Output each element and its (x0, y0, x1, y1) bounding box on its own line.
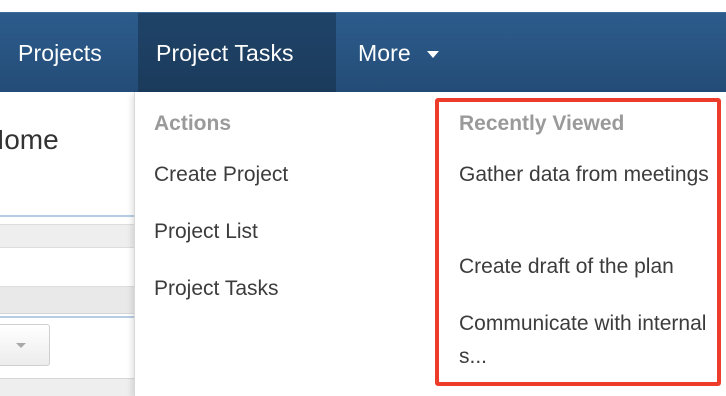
background-panel-bar (0, 378, 134, 396)
nav-more-menu[interactable]: More (336, 13, 466, 93)
recent-item-communicate[interactable]: Communicate with internal s... (459, 307, 709, 373)
nav-tab-project-tasks[interactable]: Project Tasks (138, 13, 336, 93)
nav-tab-projects[interactable]: Projects (0, 13, 138, 93)
page-title: Home (0, 124, 59, 155)
nav-more-label: More (358, 39, 411, 66)
caret-down-icon (426, 50, 439, 58)
background-select[interactable] (0, 324, 50, 366)
actions-heading: Actions (154, 112, 232, 135)
menu-item-project-list[interactable]: Project List (154, 215, 258, 248)
recently-viewed-heading: Recently Viewed (459, 112, 625, 135)
chevron-down-icon (16, 343, 26, 348)
nav-tab-projects-label: Projects (18, 39, 102, 66)
menu-item-project-tasks[interactable]: Project Tasks (154, 272, 279, 305)
recent-item-create-draft[interactable]: Create draft of the plan (459, 250, 719, 283)
divider (0, 215, 134, 217)
nav-tab-project-tasks-label: Project Tasks (156, 39, 294, 66)
background-panel-bar (0, 286, 134, 314)
background-panel-bar (0, 224, 134, 248)
divider (0, 316, 134, 318)
menu-item-create-project[interactable]: Create Project (154, 158, 288, 191)
top-navigation-bar: Projects Project Tasks More (0, 12, 726, 93)
recent-item-gather-data[interactable]: Gather data from meetings (459, 158, 709, 191)
project-tasks-dropdown-menu: Actions Create Project Project List Proj… (134, 92, 726, 396)
